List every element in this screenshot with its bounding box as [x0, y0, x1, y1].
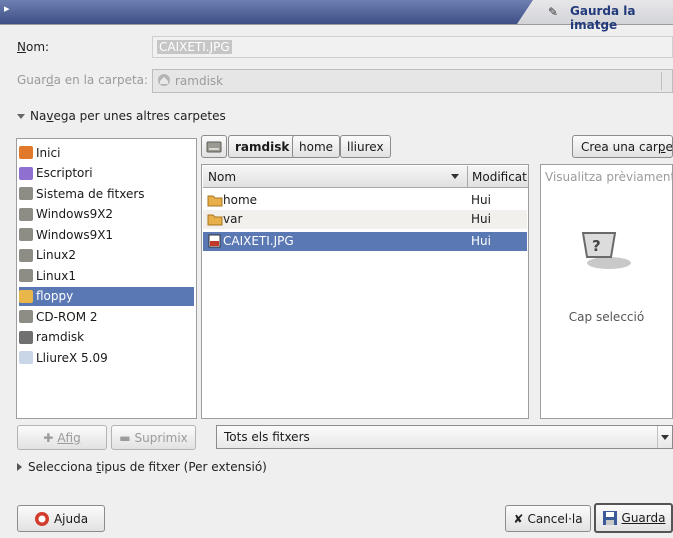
- add-label: Afig: [57, 430, 81, 445]
- browse-folders-expander[interactable]: Navega per unes altres carpetes: [17, 109, 226, 123]
- column-name-label: Nom: [208, 170, 237, 184]
- drive-icon: [19, 187, 33, 200]
- home-icon: [19, 146, 33, 159]
- column-modified-label: Modificat: [472, 170, 527, 184]
- folder-icon: [207, 195, 223, 207]
- dropdown-arrow-icon: [661, 72, 670, 90]
- drive-icon: [19, 310, 33, 323]
- cancel-button[interactable]: ✘ Cancel·la: [505, 505, 591, 532]
- browse-folders-label: Navega per unes altres carpetes: [30, 109, 226, 123]
- title-bar-gradient: [0, 0, 533, 24]
- column-header-modified[interactable]: Modificat: [467, 166, 528, 188]
- folder-icon: [207, 214, 223, 226]
- file-type-expander[interactable]: Selecciona tipus de fitxer (Per extensió…: [17, 460, 267, 474]
- gimp-icon: ✎: [548, 5, 559, 19]
- place-item[interactable]: CD-ROM 2: [19, 307, 194, 326]
- file-name: CAIXETI.JPG: [223, 234, 294, 248]
- help-icon: [34, 511, 49, 526]
- image-file-icon: [208, 234, 221, 248]
- expander-right-icon: [17, 463, 22, 471]
- place-item[interactable]: Sistema de fitxers: [19, 184, 194, 203]
- preview-empty-text: Cap selecció: [568, 310, 645, 324]
- save-label: Guarda: [621, 511, 666, 525]
- cancel-label: Cancel·la: [527, 511, 583, 526]
- file-list[interactable]: Nom Modificat home Hui var Hui CAIXETI.J…: [201, 164, 529, 419]
- place-label: Escriptori: [36, 166, 93, 180]
- file-modified: Hui: [471, 193, 491, 207]
- plus-icon: ✚: [43, 430, 54, 445]
- close-icon: ✘: [513, 511, 524, 526]
- help-label: Ajuda: [53, 511, 89, 526]
- places-list[interactable]: Inici Escriptori Sistema de fitxers Windows…: [16, 138, 197, 419]
- place-label: LliureX 5.09: [36, 350, 108, 365]
- help-button[interactable]: Ajuda: [17, 505, 105, 532]
- place-label: CD-ROM 2: [36, 309, 98, 324]
- ramdisk-icon: [19, 330, 33, 344]
- path-button-home[interactable]: home: [292, 135, 341, 158]
- remove-bookmark-button[interactable]: ▬ Suprimix: [111, 425, 196, 450]
- place-item[interactable]: Windows9X2: [19, 205, 194, 224]
- add-bookmark-button[interactable]: ✚ Afig: [17, 425, 107, 450]
- save-in-folder-combo[interactable]: ramdisk: [152, 69, 673, 93]
- place-item[interactable]: Inici: [19, 143, 194, 162]
- remove-label: Suprimix: [134, 430, 188, 445]
- place-label: Sistema de fitxers: [36, 186, 145, 201]
- question-icon: ?: [581, 232, 631, 269]
- create-folder-button[interactable]: Crea una carpeta: [572, 135, 673, 158]
- window-menu-icon[interactable]: ▸: [4, 3, 14, 14]
- drive-icon: [19, 228, 33, 241]
- drive-icon: [19, 207, 33, 221]
- save-button[interactable]: Guarda: [594, 503, 673, 533]
- dropdown-arrow-icon: [657, 426, 672, 448]
- name-label: Nom:: [17, 40, 50, 54]
- column-header-name[interactable]: Nom: [203, 166, 467, 188]
- file-filter-value: Tots els fitxers: [224, 430, 310, 444]
- file-type-label: Selecciona tipus de fitxer (Per extensió…: [28, 460, 267, 474]
- preview-pane: Visualitza prèviament ? Cap selecció: [540, 164, 673, 419]
- place-item[interactable]: Windows9X1: [19, 225, 194, 244]
- svg-text:?: ?: [592, 237, 601, 255]
- file-modified: Hui: [471, 212, 491, 226]
- filename-input[interactable]: CAIXETI.JPG: [152, 36, 673, 58]
- drive-icon: [19, 269, 33, 282]
- drive-icon: [206, 141, 222, 152]
- file-modified: Hui: [471, 234, 491, 248]
- place-label: Linux1: [36, 268, 76, 283]
- place-item[interactable]: Linux2: [19, 246, 194, 265]
- place-item[interactable]: floppy: [19, 286, 194, 306]
- place-label: floppy: [36, 289, 74, 303]
- path-button-lliurex[interactable]: lliurex: [340, 135, 391, 158]
- place-label: Windows9X1: [36, 227, 114, 242]
- save-in-folder-value: ramdisk: [175, 74, 224, 88]
- cdrom-icon: [19, 351, 33, 364]
- place-label: Windows9X2: [36, 207, 114, 221]
- place-label: Inici: [36, 145, 61, 160]
- place-label: Linux2: [36, 248, 76, 262]
- place-label: ramdisk: [36, 330, 85, 344]
- expander-down-icon: [17, 113, 25, 119]
- minus-icon: ▬: [119, 430, 131, 445]
- save-in-folder-label: Guarda en la carpeta:: [17, 73, 149, 87]
- drive-icon: [19, 248, 33, 262]
- file-filter-combo[interactable]: Tots els fitxers: [216, 425, 673, 449]
- path-button-ramdisk[interactable]: ramdisk: [228, 135, 297, 158]
- ramdisk-icon: [157, 73, 171, 90]
- place-item[interactable]: LliureX 5.09: [19, 348, 194, 367]
- floppy-save-icon: [602, 511, 617, 525]
- place-item[interactable]: ramdisk: [19, 328, 194, 347]
- path-bar-toggle-button[interactable]: [201, 135, 227, 158]
- place-item[interactable]: Escriptori: [19, 164, 194, 183]
- place-item[interactable]: Linux1: [19, 266, 194, 285]
- file-row-var[interactable]: var Hui: [203, 210, 527, 229]
- window-title: Gaurda la imatge: [570, 4, 636, 32]
- floppy-icon: [19, 289, 33, 303]
- preview-title: Visualitza prèviament: [545, 170, 673, 184]
- file-row-home[interactable]: home Hui: [203, 191, 527, 210]
- desktop-icon: [19, 166, 33, 180]
- file-row-caixeti[interactable]: CAIXETI.JPG Hui: [203, 232, 527, 251]
- sort-arrow-icon: [451, 174, 459, 179]
- file-name: var: [223, 212, 243, 226]
- file-name: home: [223, 193, 258, 207]
- filename-value: CAIXETI.JPG: [157, 40, 232, 54]
